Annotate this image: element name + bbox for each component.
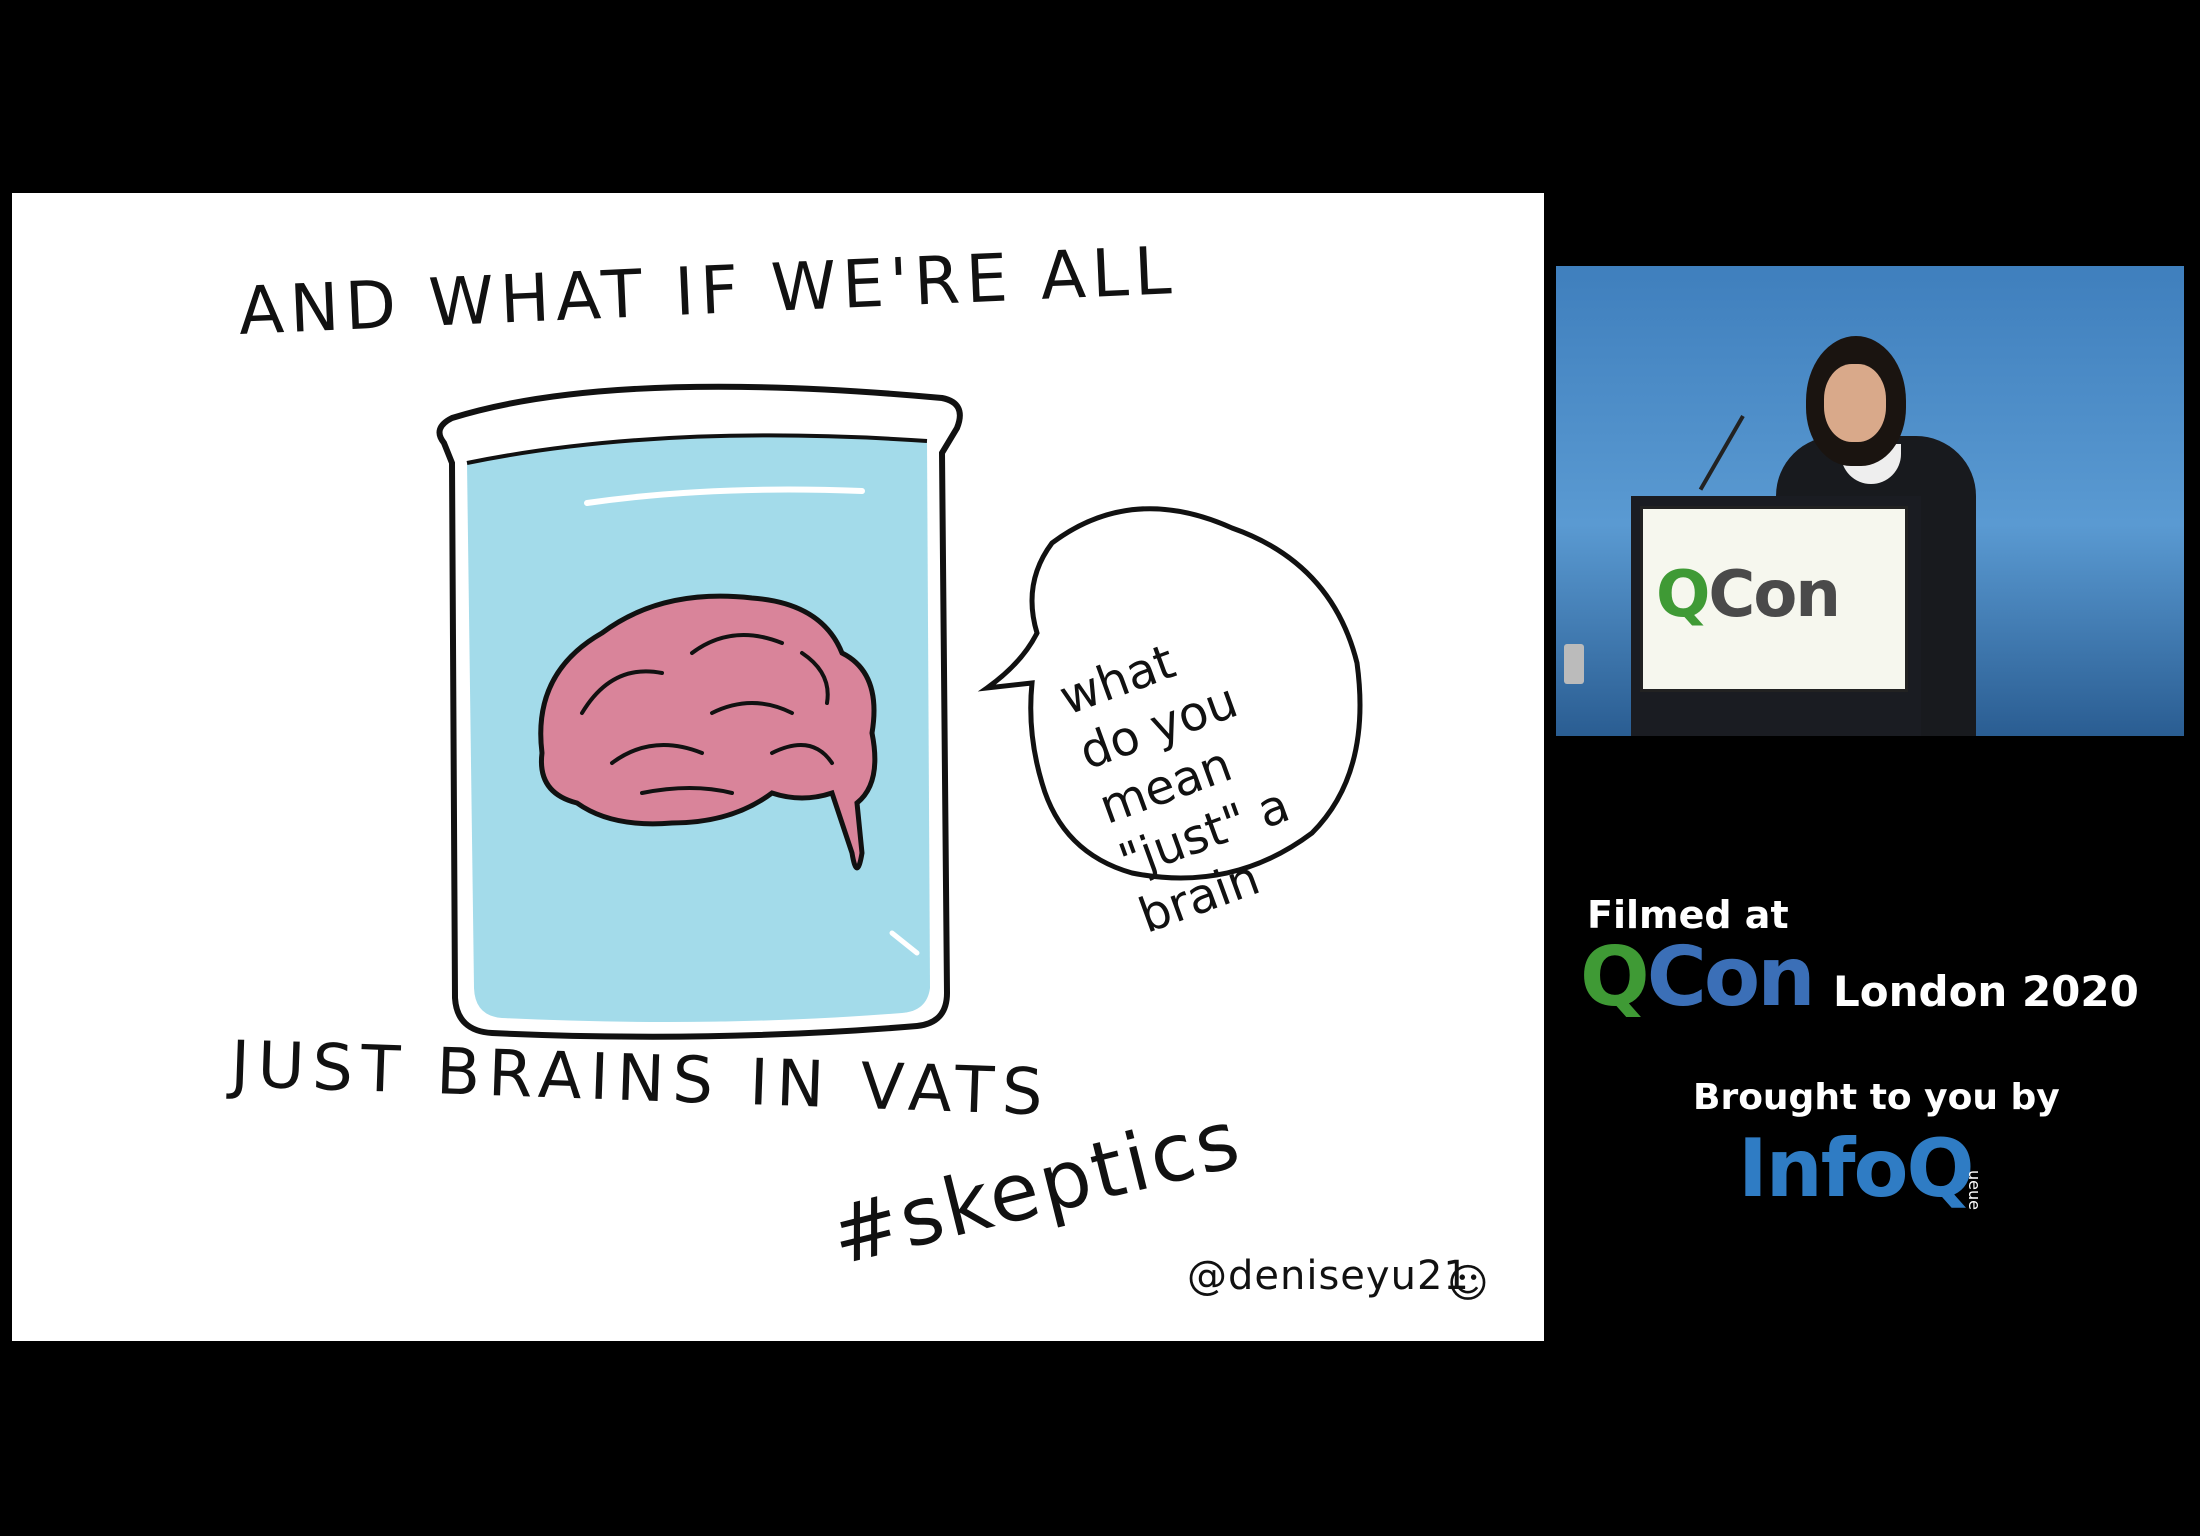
- speaker-face: [1824, 364, 1886, 442]
- event-label: London 2020: [1833, 967, 2139, 1016]
- artist-credit: @deniseyu21: [1187, 1253, 1470, 1299]
- infoq-logo: InfoQ: [1738, 1122, 1975, 1215]
- podium-qcon-logo: QCon: [1656, 558, 1841, 632]
- logo-q: Q: [1656, 558, 1710, 632]
- microphone: [1698, 415, 1745, 491]
- presentation-slide: AND WHAT IF WE'RE ALL what do you mean "…: [12, 193, 1544, 1341]
- brought-to-you-label: Brought to you by: [1693, 1077, 2060, 1118]
- logo-rest: Con: [1708, 558, 1840, 632]
- qcon-logo: QCon: [1580, 930, 1816, 1025]
- drink-can: [1564, 644, 1584, 684]
- infoq-q: Q: [1906, 1122, 1974, 1215]
- bird-doodle-icon: ☺: [1447, 1261, 1489, 1307]
- infoq-text: Info: [1738, 1122, 1908, 1215]
- infoq-queue-label: ueue: [1965, 1170, 1984, 1210]
- speaker-video-frame: QCon: [1556, 266, 2184, 736]
- qcon-rest: Con: [1646, 930, 1816, 1025]
- qcon-q: Q: [1580, 930, 1650, 1025]
